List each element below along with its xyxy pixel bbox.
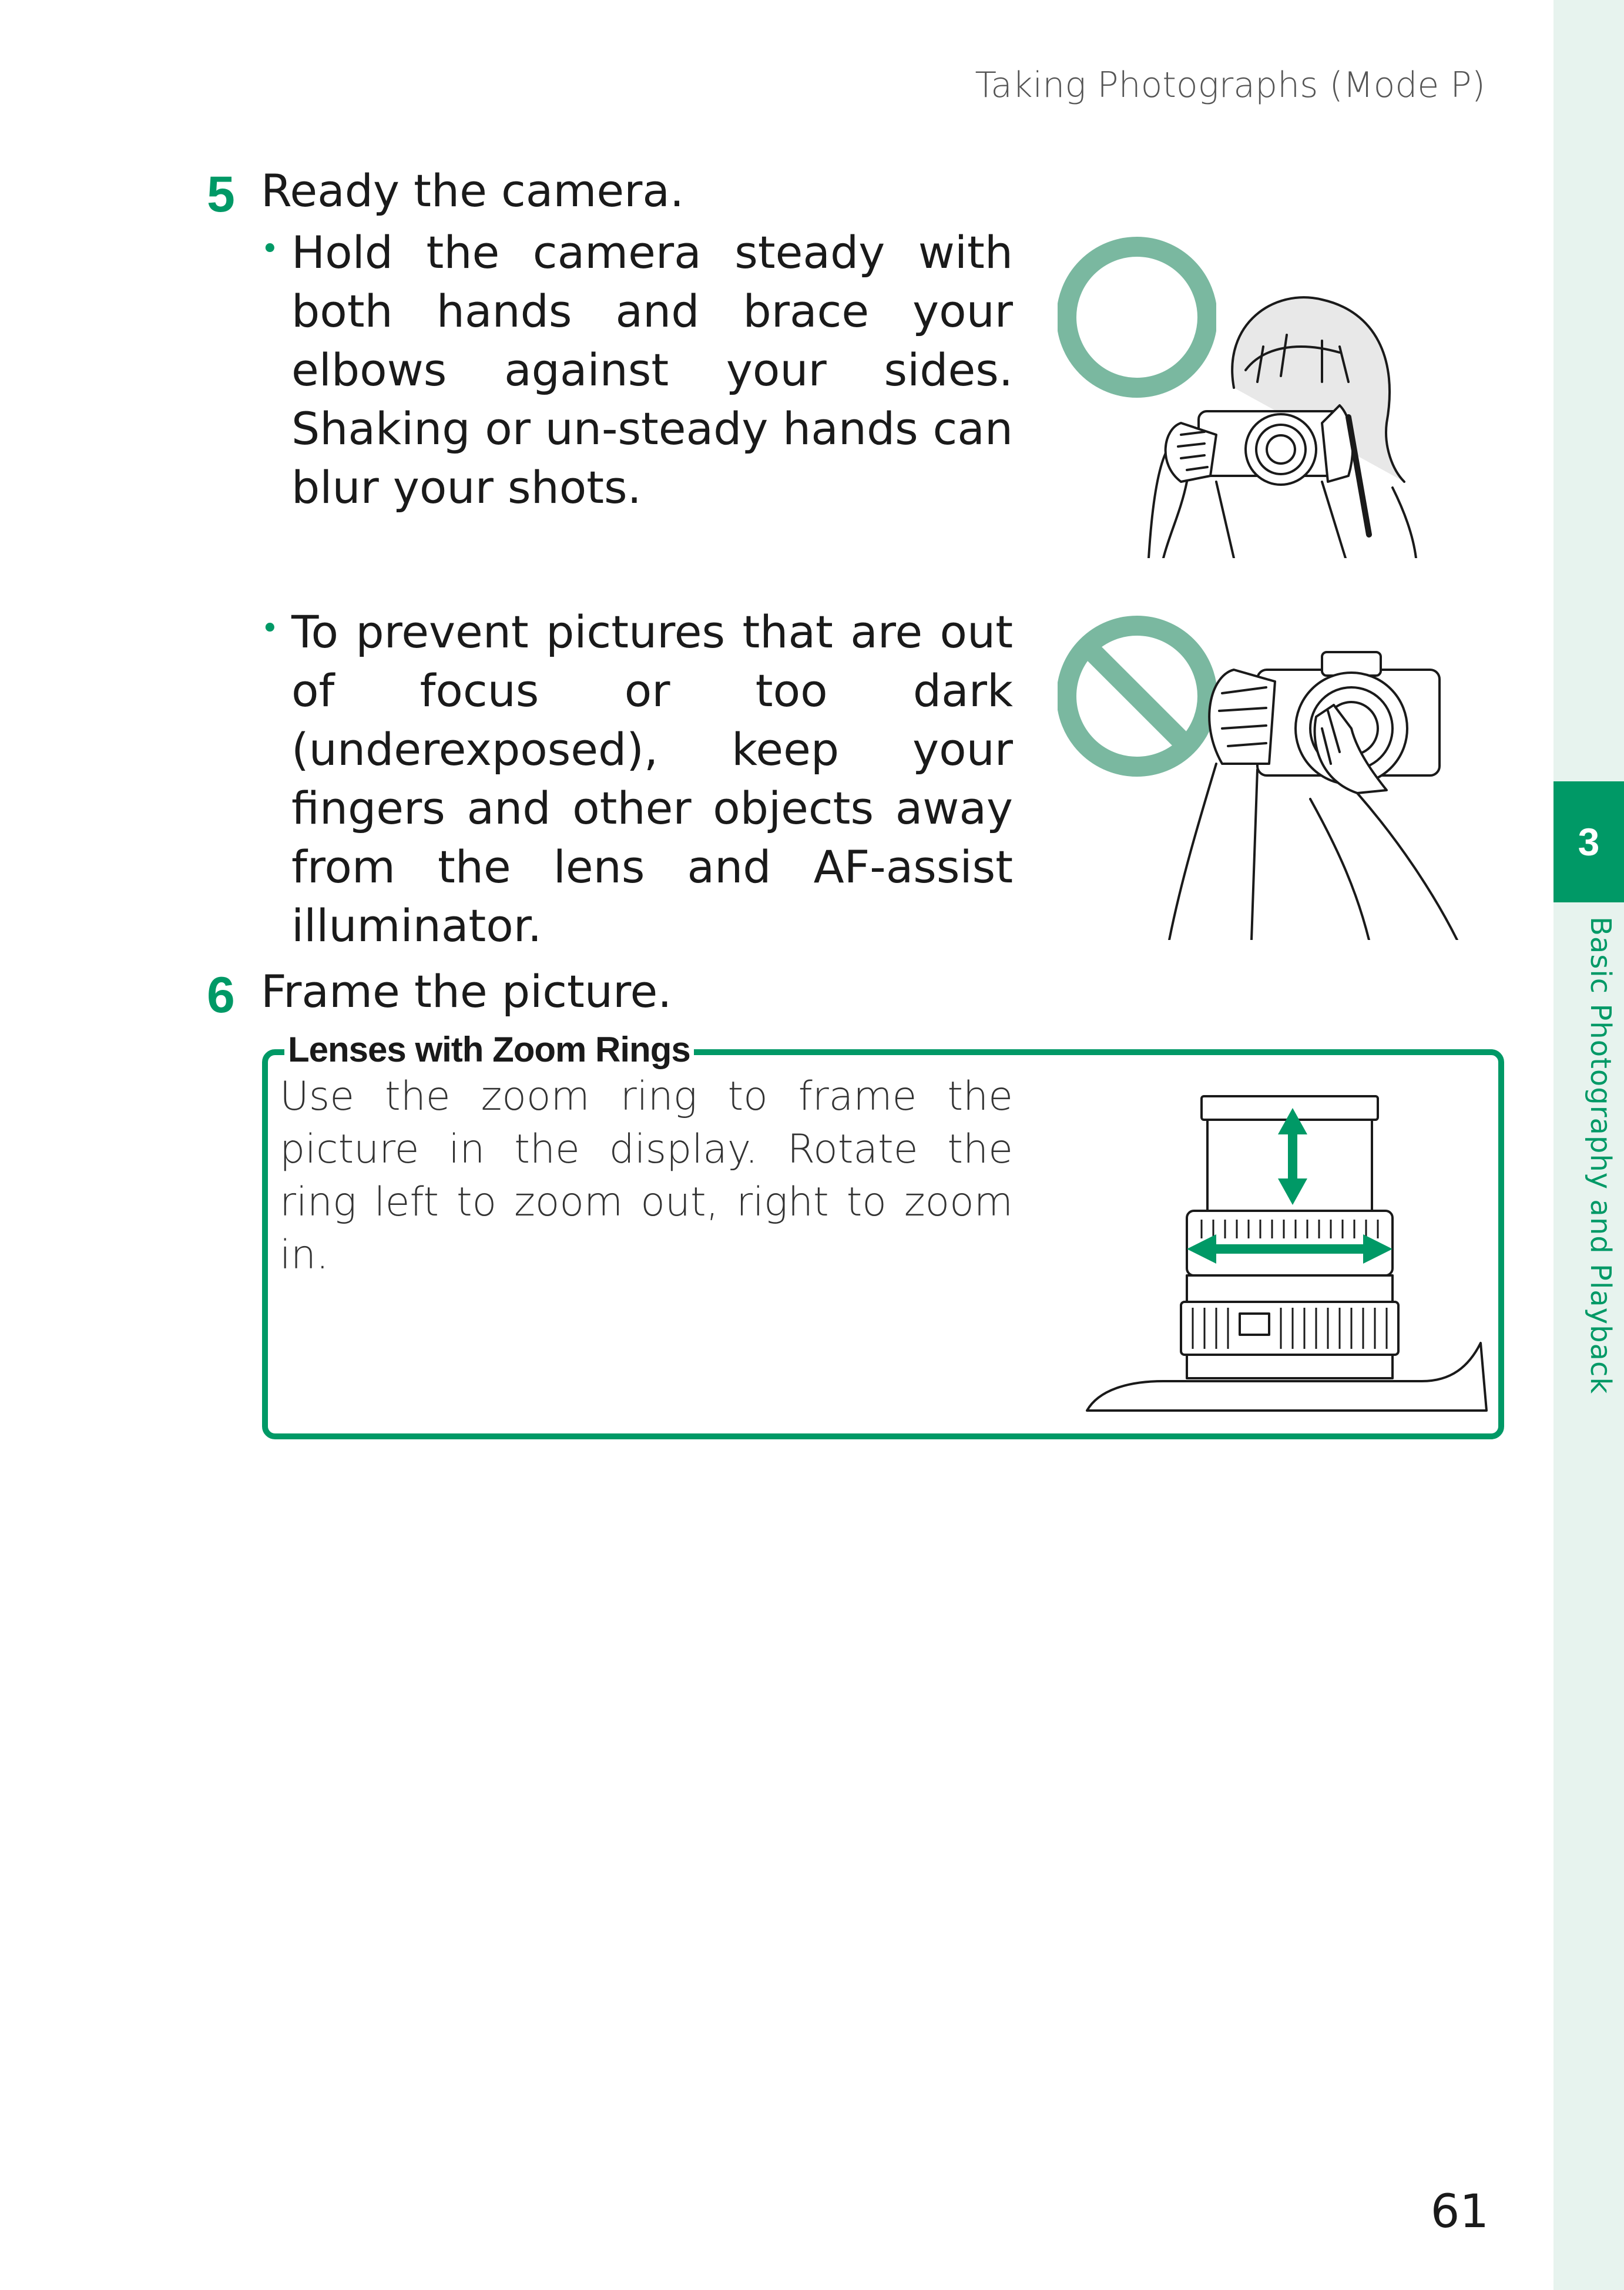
- fingers-over-lens-illustration: [1168, 651, 1458, 940]
- chapter-number: 3: [1578, 820, 1600, 864]
- page-number: 61: [1430, 2185, 1489, 2238]
- step-6-number: 6: [207, 967, 235, 1023]
- bullet-text-2: To prevent pictures that are out of focu…: [291, 606, 1013, 952]
- bullet-marker: •: [261, 231, 279, 267]
- bullet-item-2: • To prevent pictures that are out of fo…: [261, 603, 1013, 955]
- person-holding-camera-illustration: [1147, 296, 1417, 558]
- zoom-lens-illustration: [1086, 1095, 1488, 1412]
- bullet-item-1: • Hold the camera steady with both hands…: [261, 223, 1013, 517]
- note-title: Lenses with Zoom Rings: [284, 1029, 694, 1070]
- step-5-title: Ready the camera.: [261, 164, 685, 217]
- note-text: Use the zoom ring to frame the picture i…: [280, 1073, 1013, 1278]
- bullet-text-1: Hold the camera steady with both hands a…: [291, 226, 1013, 513]
- section-header: Taking Photographs (Mode P): [975, 65, 1485, 106]
- bullet-marker: •: [261, 611, 279, 646]
- step-5-number: 5: [207, 166, 235, 223]
- chapter-title: Basic Photography and Playback: [1584, 916, 1617, 1395]
- step-6-title: Frame the picture.: [261, 965, 672, 1018]
- chapter-tab[interactable]: 3: [1553, 781, 1624, 902]
